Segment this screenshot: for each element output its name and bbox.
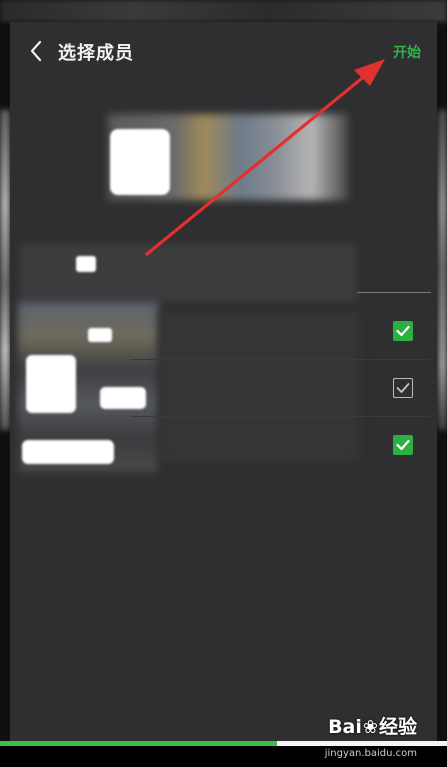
member-checkbox-2[interactable] <box>393 378 413 398</box>
redacted-label <box>76 256 96 272</box>
member-checkbox-1[interactable] <box>393 321 413 341</box>
checkmark-icon <box>396 383 410 393</box>
redacted-name-3 <box>22 440 114 464</box>
start-button[interactable]: 开始 <box>393 42 421 62</box>
blurred-right-edge <box>438 110 447 430</box>
row-separator <box>130 416 430 417</box>
redacted-avatar-2 <box>26 355 76 413</box>
page-title: 选择成员 <box>58 43 134 64</box>
back-button[interactable] <box>24 38 48 64</box>
checkmark-icon <box>396 439 410 451</box>
chevron-left-icon <box>30 40 42 62</box>
blurred-left-edge <box>0 110 10 430</box>
watermark-logo: Bai❀经验 <box>328 712 417 739</box>
section-divider <box>357 292 431 293</box>
blurred-top-strip <box>0 0 447 22</box>
member-name-blur <box>160 312 360 462</box>
member-checkbox-3[interactable] <box>393 435 413 455</box>
avatar-placeholder <box>110 129 170 195</box>
paw-icon: ❀ <box>362 717 378 738</box>
blurred-section <box>20 244 356 302</box>
watermark-logo-right: 经验 <box>378 716 417 738</box>
phone-screen: 选择成员 开始 <box>10 22 437 745</box>
watermark-logo-left: Bai <box>328 716 362 738</box>
redacted-name-1 <box>88 328 112 342</box>
photo-frame: 选择成员 开始 Bai❀经验 jingyan.baidu.com <box>0 0 447 767</box>
redacted-name-2 <box>100 387 146 409</box>
row-separator <box>130 359 430 360</box>
checkmark-icon <box>396 325 410 337</box>
watermark-url: jingyan.baidu.com <box>324 748 417 759</box>
app-header: 选择成员 开始 <box>10 22 437 80</box>
